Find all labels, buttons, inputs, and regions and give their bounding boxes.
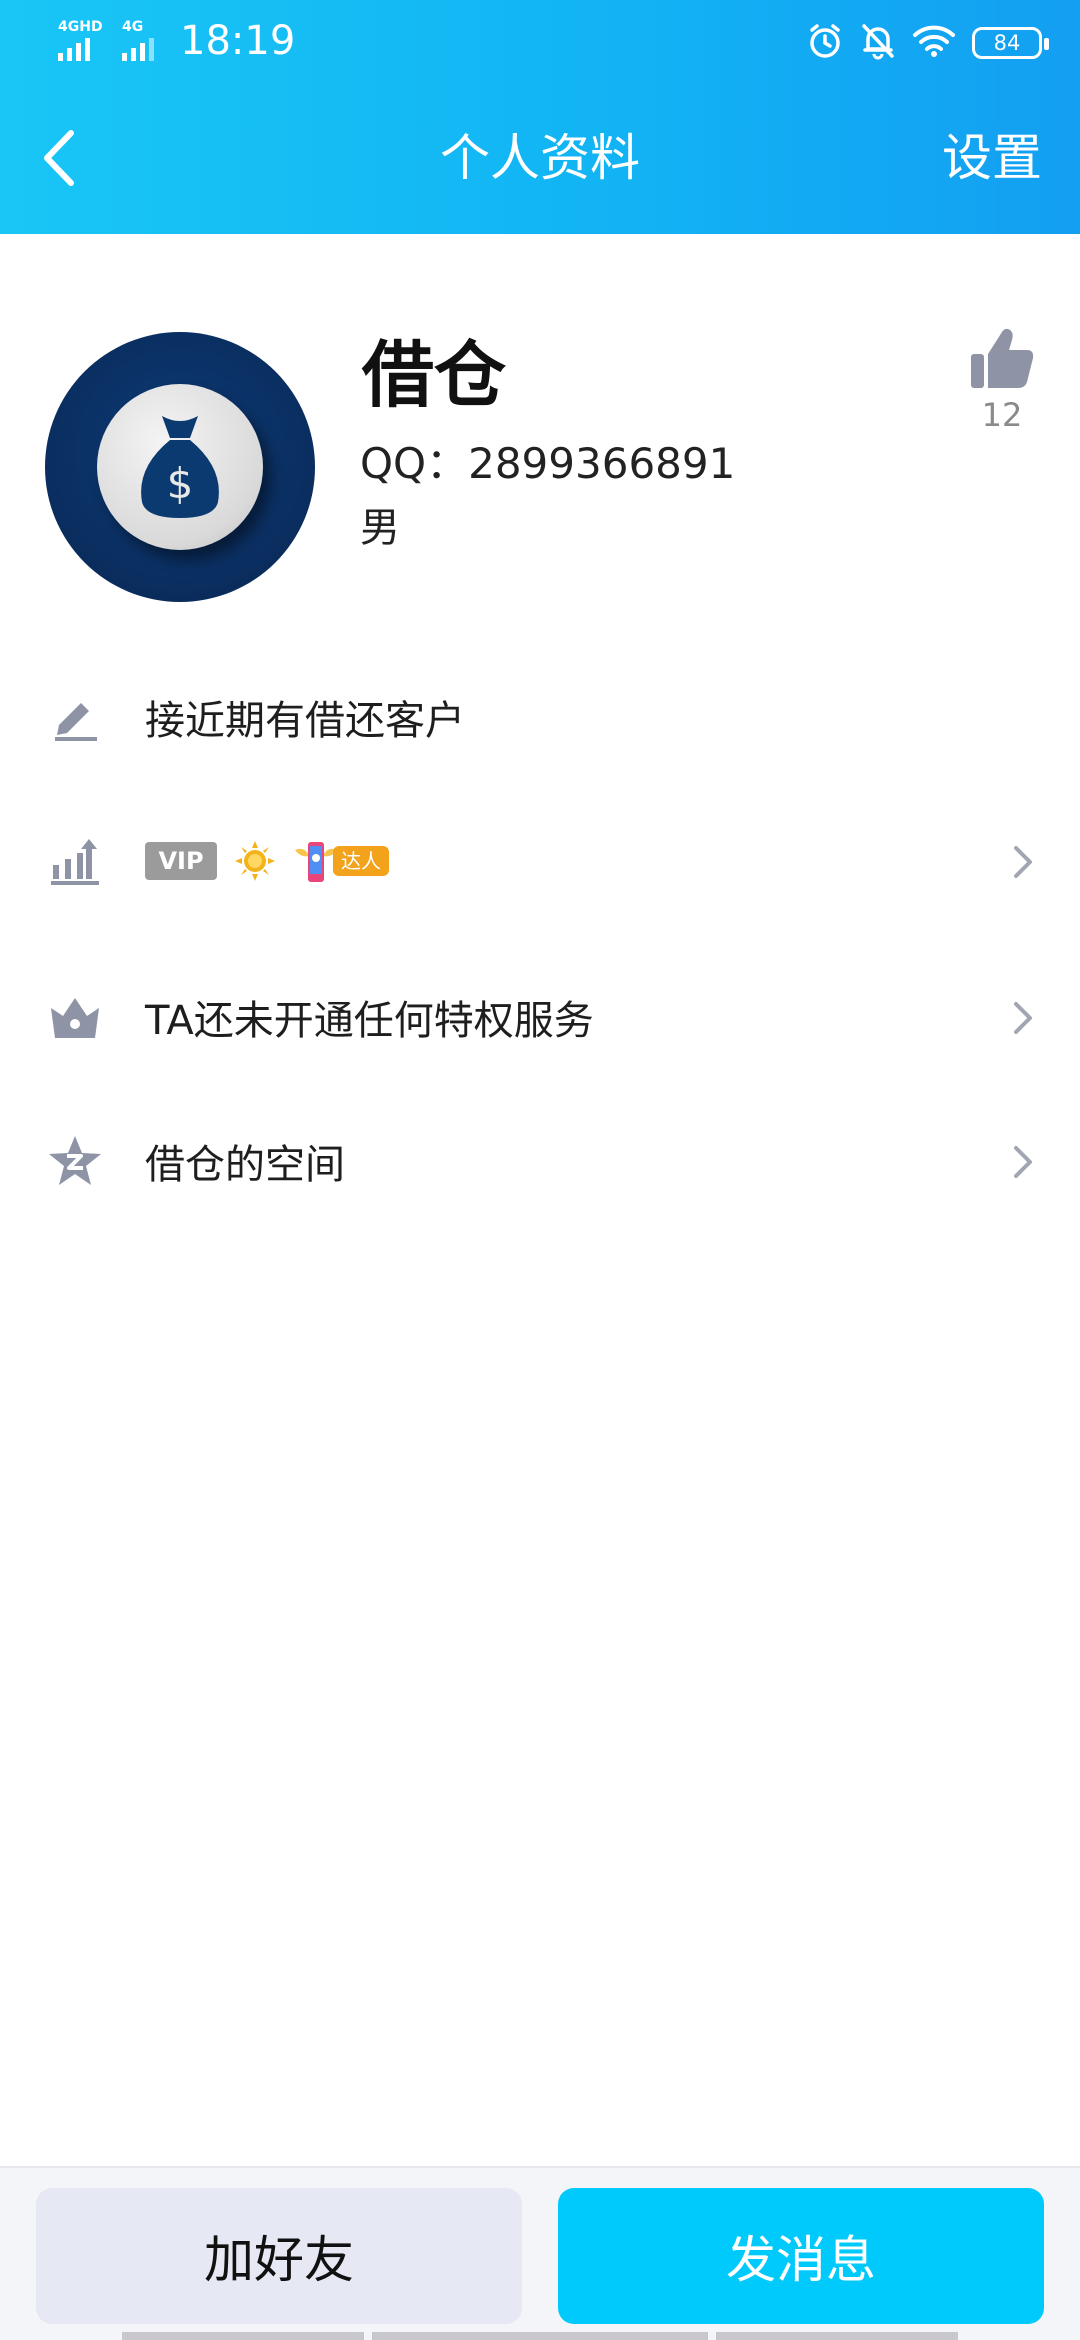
pencil-icon — [44, 689, 106, 745]
page-title: 个人资料 — [440, 129, 640, 187]
nav-indicator — [122, 2332, 364, 2340]
sim2-label: 4G — [122, 19, 144, 35]
thumbs-up-icon — [971, 328, 1034, 388]
level-up-icon — [44, 833, 106, 889]
qq-number: QQ：2899366891 — [360, 439, 736, 488]
nav-indicator — [716, 2332, 958, 2340]
status-right: 84 — [806, 22, 1049, 64]
like-button[interactable]: 12 — [966, 326, 1038, 434]
signal-icon-2: 4G — [120, 19, 160, 61]
chevron-right-icon — [1014, 1146, 1032, 1178]
sim1-label: 4GHD — [58, 19, 103, 35]
signature-text: 接近期有借还客户 — [145, 698, 465, 744]
status-bar: 4GHD 4G 18:19 84 — [0, 0, 1080, 90]
send-message-button[interactable]: 发消息 — [558, 2188, 1044, 2324]
nav-indicator — [372, 2332, 708, 2340]
gender: 男 — [360, 505, 400, 551]
status-left: 4GHD 4G 18:19 — [56, 18, 295, 64]
chevron-right-icon — [1014, 1002, 1032, 1034]
chevron-right-icon — [1014, 846, 1032, 878]
bottom-action-bar: 加好友 发消息 — [0, 2166, 1080, 2340]
vip-badge: VIP — [145, 842, 217, 880]
level-row[interactable]: VIP 达人 — [0, 806, 1080, 916]
expert-label: 达人 — [333, 846, 389, 876]
svg-text:$: $ — [167, 459, 194, 508]
status-time: 18:19 — [180, 18, 296, 64]
avatar[interactable]: $ — [45, 332, 315, 602]
signal-icon: 4GHD — [56, 19, 106, 61]
like-count: 12 — [981, 396, 1023, 434]
avatar-inner: $ — [97, 384, 263, 550]
signature-row[interactable]: 接近期有借还客户 — [0, 662, 1080, 772]
money-bag-icon: $ — [141, 416, 219, 518]
sun-level-icon — [235, 841, 275, 881]
expert-badge: 达人 — [291, 839, 389, 883]
space-row[interactable]: 借仓的空间 — [0, 1106, 1080, 1216]
level-badges: VIP 达人 — [145, 806, 389, 916]
crown-icon — [44, 989, 106, 1045]
alarm-icon — [806, 22, 844, 64]
star-icon — [44, 1133, 106, 1189]
add-friend-button[interactable]: 加好友 — [36, 2188, 522, 2324]
privilege-text: TA还未开通任何特权服务 — [145, 998, 594, 1044]
wifi-icon — [912, 24, 956, 62]
privilege-row[interactable]: TA还未开通任何特权服务 — [0, 962, 1080, 1072]
battery-icon: 84 — [972, 27, 1049, 59]
bell-off-icon — [860, 22, 896, 64]
nickname: 借仓 — [362, 333, 507, 417]
settings-button[interactable]: 设置 — [942, 128, 1042, 188]
header: 4GHD 4G 18:19 84 个人资料 设置 — [0, 0, 1080, 234]
space-text: 借仓的空间 — [145, 1142, 345, 1188]
